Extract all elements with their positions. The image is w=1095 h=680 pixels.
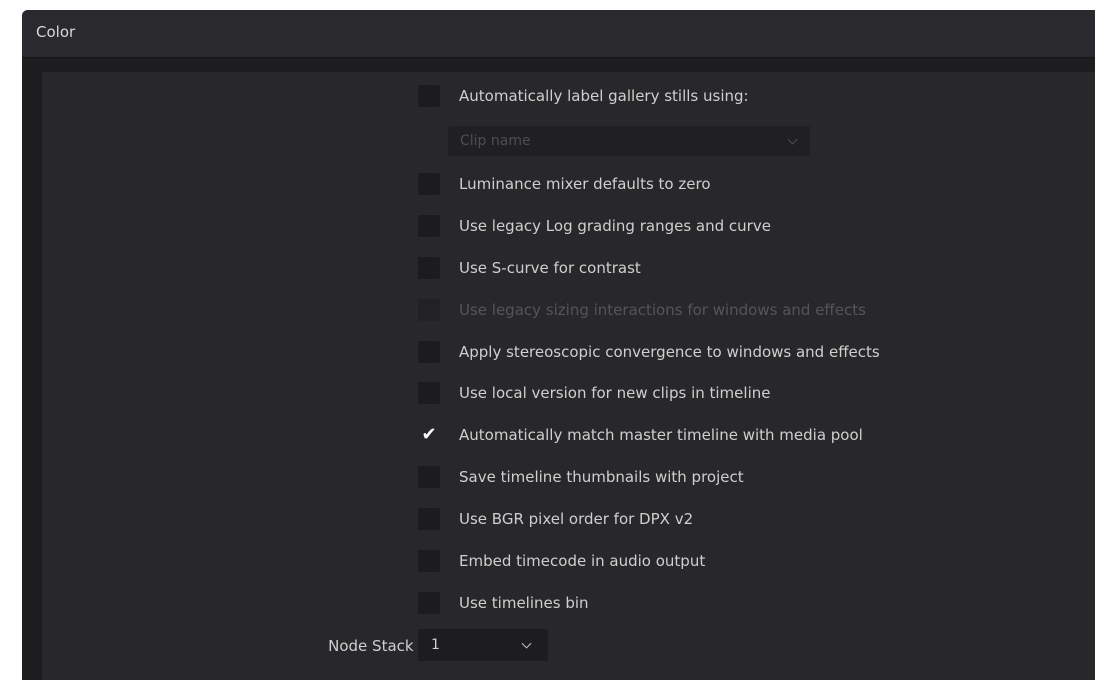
setting-label: Apply stereoscopic convergence to window… — [459, 343, 880, 361]
setting-use-timelines-bin[interactable]: Use timelines bin — [418, 591, 589, 615]
setting-label: Use legacy sizing interactions for windo… — [459, 301, 866, 319]
setting-stereoscopic-convergence[interactable]: Apply stereoscopic convergence to window… — [418, 340, 880, 364]
setting-label: Use BGR pixel order for DPX v2 — [459, 510, 694, 528]
dropdown-value: 1 — [431, 637, 440, 653]
setting-label: Save timeline thumbnails with project — [459, 468, 744, 486]
chevron-down-icon — [521, 638, 532, 649]
checkbox — [418, 299, 440, 321]
setting-label: Automatically match master timeline with… — [459, 426, 863, 444]
setting-label: Luminance mixer defaults to zero — [459, 175, 711, 193]
checkbox[interactable] — [418, 382, 440, 404]
checkbox[interactable] — [418, 550, 440, 572]
setting-label: Use local version for new clips in timel… — [459, 384, 771, 402]
setting-local-version-new-clips[interactable]: Use local version for new clips in timel… — [418, 381, 770, 405]
node-stack-layers-dropdown[interactable]: 1 — [418, 629, 548, 661]
dropdown-value: Clip name — [460, 133, 531, 149]
checkbox[interactable] — [418, 466, 440, 488]
checkbox[interactable] — [418, 257, 440, 279]
setting-label: Use S-curve for contrast — [459, 259, 641, 277]
section-header: Color — [22, 10, 1095, 58]
settings-panel-inner — [42, 72, 1095, 680]
checkbox-checked[interactable]: ✔ — [418, 424, 440, 446]
section-title: Color — [36, 23, 76, 41]
checkbox[interactable] — [418, 592, 440, 614]
setting-s-curve-contrast[interactable]: Use S-curve for contrast — [418, 256, 641, 280]
setting-label: Use timelines bin — [459, 594, 589, 612]
setting-legacy-log-grading[interactable]: Use legacy Log grading ranges and curve — [418, 214, 771, 238]
setting-save-timeline-thumbnails[interactable]: Save timeline thumbnails with project — [418, 465, 744, 489]
setting-label: Automatically label gallery stills using… — [459, 87, 749, 105]
chevron-down-icon — [787, 134, 798, 145]
setting-embed-timecode-audio[interactable]: Embed timecode in audio output — [418, 549, 705, 573]
checkbox[interactable] — [418, 173, 440, 195]
checkbox[interactable] — [418, 341, 440, 363]
setting-match-master-timeline[interactable]: ✔ Automatically match master timeline wi… — [418, 423, 863, 447]
checkbox[interactable] — [418, 215, 440, 237]
check-icon: ✔ — [421, 424, 437, 445]
gallery-label-source-dropdown[interactable]: Clip name — [448, 126, 810, 156]
setting-auto-label-gallery-stills[interactable]: Automatically label gallery stills using… — [418, 84, 749, 108]
setting-label: Embed timecode in audio output — [459, 552, 706, 570]
setting-label: Use legacy Log grading ranges and curve — [459, 217, 771, 235]
setting-bgr-pixel-order[interactable]: Use BGR pixel order for DPX v2 — [418, 507, 693, 531]
checkbox[interactable] — [418, 508, 440, 530]
setting-legacy-sizing-interactions: Use legacy sizing interactions for windo… — [418, 298, 866, 322]
setting-luminance-mixer-zero[interactable]: Luminance mixer defaults to zero — [418, 172, 711, 196]
checkbox[interactable] — [418, 85, 440, 107]
